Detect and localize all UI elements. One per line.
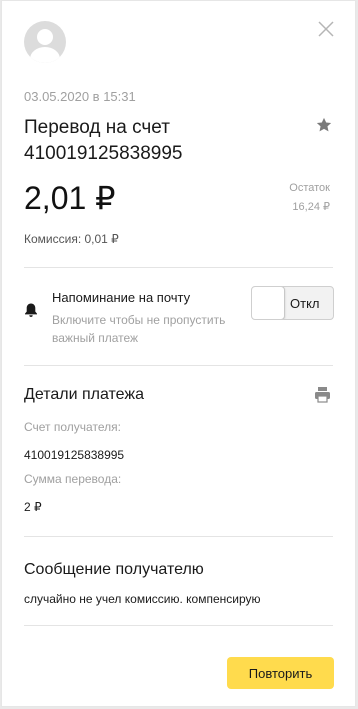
recipient-message-title: Сообщение получателю [24,561,204,578]
reminder-hint: Включите чтобы не пропустить важный плат… [52,313,226,345]
user-silhouette-icon [30,29,60,63]
toggle-knob[interactable] [252,287,285,319]
avatar [24,21,66,63]
star-icon[interactable] [315,116,333,134]
payment-details-title: Детали платежа [24,386,144,403]
operation-details-panel: 03.05.2020 в 15:31 Перевод на счет 41001… [1,0,356,707]
printer-icon[interactable] [314,386,331,403]
reminder-toggle[interactable]: Откл [251,286,334,320]
transfer-sum-label: Сумма перевода: [24,472,122,486]
transfer-sum-value: 2 ₽ [24,500,42,514]
divider [24,365,333,366]
divider [24,536,333,537]
balance-value: 16,24 ₽ [292,201,330,213]
recipient-message-text: случайно не учел комиссию. компенсирую [24,592,261,606]
recipient-account-value: 410019125838995 [24,448,125,462]
divider [24,625,333,626]
recipient-account-label: Счет получателя: [24,420,121,434]
operation-title: Перевод на счет 410019125838995 [24,117,183,164]
close-icon[interactable] [317,20,335,38]
bell-icon [24,302,38,318]
operation-amount: 2,01 ₽ [24,180,116,216]
reminder-title: Напоминание на почту [52,290,191,305]
toggle-label: Откл [290,296,320,311]
commission-text: Комиссия: 0,01 ₽ [24,232,119,246]
divider [24,267,333,268]
operation-datetime: 03.05.2020 в 15:31 [24,89,136,104]
balance-label: Остаток [289,182,330,194]
repeat-button[interactable]: Повторить [227,657,334,689]
